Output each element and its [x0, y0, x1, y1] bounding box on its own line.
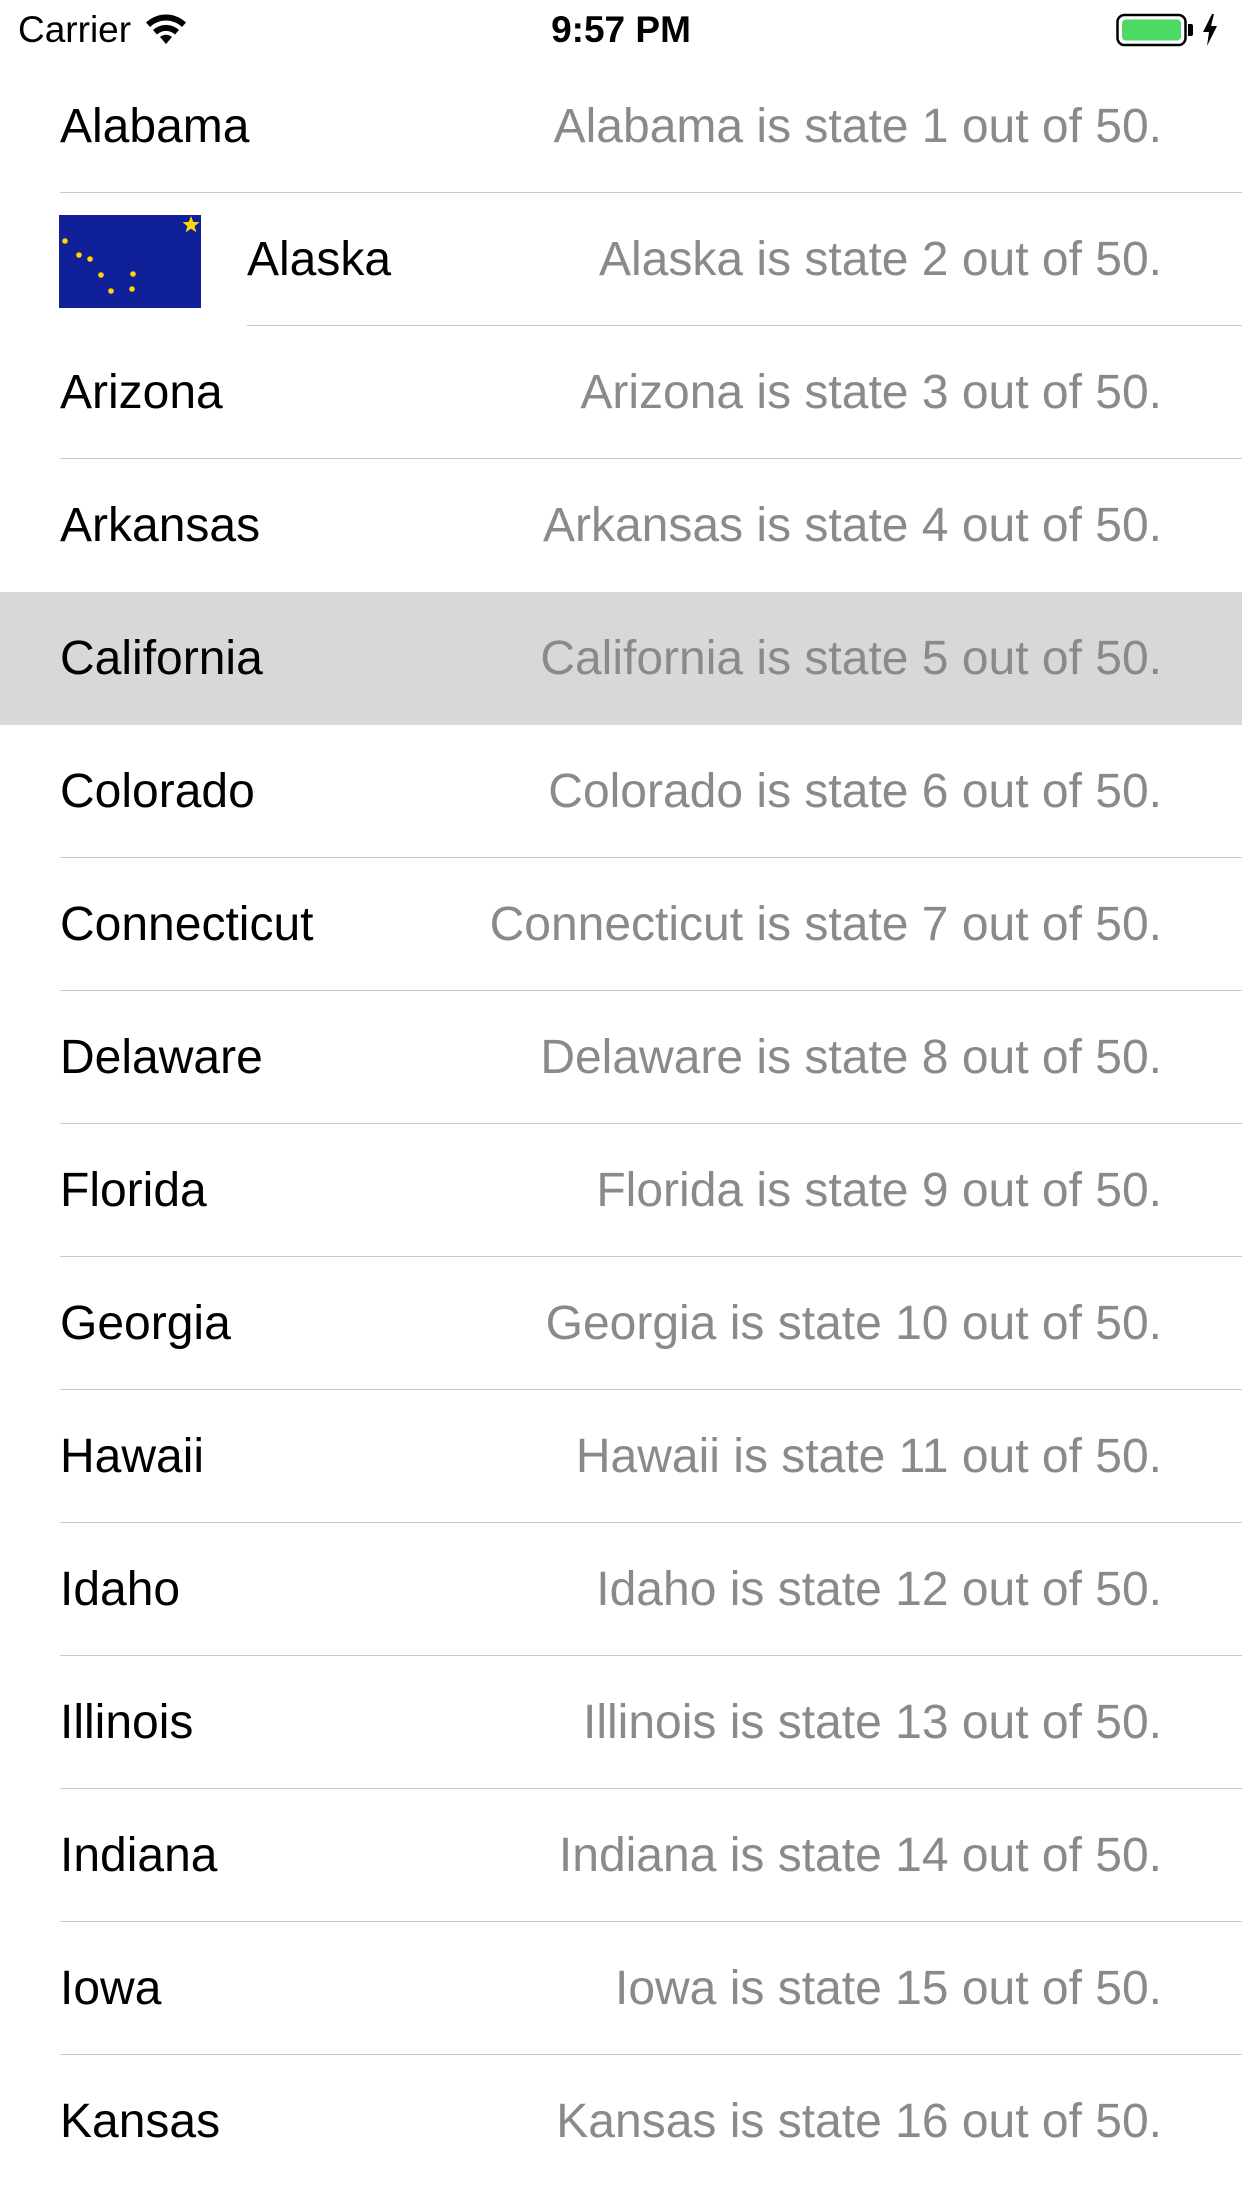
table-row[interactable]: Alabama Alabama is state 1 out of 50. — [0, 60, 1242, 193]
alaska-flag-icon — [59, 215, 201, 308]
row-title: Delaware — [60, 1031, 263, 1084]
charging-bolt-icon — [1203, 14, 1217, 46]
row-title: California — [60, 632, 263, 685]
row-detail: Colorado is state 6 out of 50. — [548, 765, 1162, 818]
row-detail: Alabama is state 1 out of 50. — [553, 100, 1162, 153]
row-detail: Illinois is state 13 out of 50. — [583, 1696, 1162, 1749]
table-row[interactable]: Iowa Iowa is state 15 out of 50. — [0, 1922, 1242, 2055]
row-detail: Alaska is state 2 out of 50. — [599, 233, 1162, 286]
row-title: Alabama — [60, 100, 250, 153]
row-title: Georgia — [60, 1297, 231, 1350]
row-title: Arkansas — [60, 499, 261, 552]
table-row[interactable]: Arizona Arizona is state 3 out of 50. — [0, 326, 1242, 459]
row-detail: Arkansas is state 4 out of 50. — [542, 499, 1162, 552]
row-title: Illinois — [60, 1696, 194, 1749]
row-title: Arizona — [60, 366, 223, 419]
table-row[interactable]: Florida Florida is state 9 out of 50. — [0, 1124, 1242, 1257]
table-row[interactable]: California California is state 5 out of 5… — [0, 592, 1242, 725]
status-time: 9:57 PM — [551, 9, 691, 50]
row-detail: Florida is state 9 out of 50. — [596, 1164, 1162, 1217]
row-title: Indiana — [60, 1829, 218, 1882]
table-row[interactable]: Arkansas Arkansas is state 4 out of 50. — [0, 459, 1242, 592]
row-title: Alaska — [247, 233, 392, 286]
table-row[interactable]: Kansas Kansas is state 16 out of 50. — [0, 2055, 1242, 2188]
row-title: Iowa — [60, 1962, 162, 2015]
row-detail: California is state 5 out of 50. — [540, 632, 1162, 685]
row-title: Kansas — [60, 2095, 221, 2148]
row-detail: Iowa is state 15 out of 50. — [614, 1962, 1162, 2015]
battery-group — [1116, 12, 1220, 48]
table-row[interactable]: Alaska Alaska is state 2 out of 50. — [0, 193, 1242, 326]
row-title: Connecticut — [60, 898, 314, 951]
states-table[interactable]: Alabama Alabama is state 1 out of 50. Alas… — [0, 60, 1242, 2188]
status-bar: Carrier 9:57 PM — [0, 0, 1242, 60]
row-title: Hawaii — [60, 1430, 205, 1483]
row-detail: Connecticut is state 7 out of 50. — [489, 898, 1162, 951]
row-detail: Georgia is state 10 out of 50. — [545, 1297, 1162, 1350]
table-row[interactable]: Idaho Idaho is state 12 out of 50. — [0, 1523, 1242, 1656]
table-row[interactable]: Connecticut Connecticut is state 7 out of… — [0, 858, 1242, 991]
row-detail: Delaware is state 8 out of 50. — [540, 1031, 1162, 1084]
row-title: Colorado — [60, 765, 255, 818]
table-row[interactable]: Illinois Illinois is state 13 out of 50. — [0, 1656, 1242, 1789]
row-title: Florida — [60, 1164, 207, 1217]
table-row[interactable]: Indiana Indiana is state 14 out of 50. — [0, 1789, 1242, 1922]
battery-icon — [1116, 13, 1193, 47]
table-row[interactable]: Colorado Colorado is state 6 out of 50. — [0, 725, 1242, 858]
table-row[interactable]: Georgia Georgia is state 10 out of 50. — [0, 1257, 1242, 1390]
row-detail: Arizona is state 3 out of 50. — [580, 366, 1162, 419]
row-title: Idaho — [60, 1563, 181, 1616]
row-detail: Indiana is state 14 out of 50. — [558, 1829, 1162, 1882]
row-detail: Kansas is state 16 out of 50. — [556, 2095, 1162, 2148]
row-detail: Idaho is state 12 out of 50. — [596, 1563, 1162, 1616]
table-row[interactable]: Delaware Delaware is state 8 out of 50. — [0, 991, 1242, 1124]
row-detail: Hawaii is state 11 out of 50. — [575, 1430, 1162, 1483]
table-row[interactable]: Hawaii Hawaii is state 11 out of 50. — [0, 1390, 1242, 1523]
